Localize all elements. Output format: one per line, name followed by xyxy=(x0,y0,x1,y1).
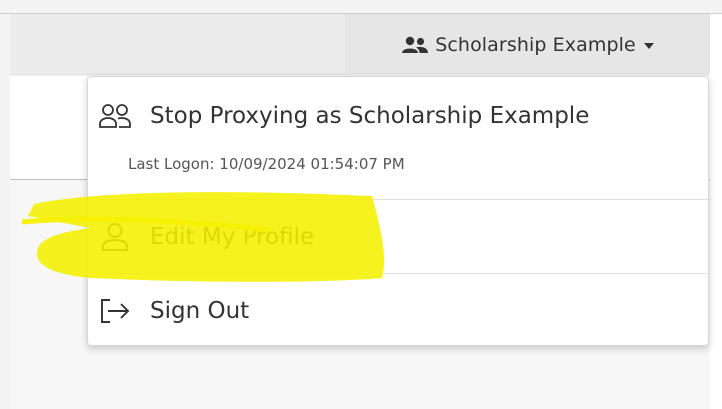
sign-out-icon xyxy=(98,296,132,326)
user-dropdown-menu: Stop Proxying as Scholarship Example Las… xyxy=(87,76,709,346)
menu-divider xyxy=(88,199,708,200)
user-menu-label: Scholarship Example xyxy=(435,33,636,56)
edit-profile-item[interactable]: Edit My Profile xyxy=(88,213,708,261)
sign-out-label: Sign Out xyxy=(150,298,250,324)
stop-proxying-item[interactable]: Stop Proxying as Scholarship Example xyxy=(88,91,708,141)
edit-profile-label: Edit My Profile xyxy=(150,224,315,250)
user-outline-icon xyxy=(98,222,132,252)
last-logon-text: Last Logon: 10/09/2024 01:54:07 PM xyxy=(128,155,405,173)
sign-out-item[interactable]: Sign Out xyxy=(88,287,708,335)
user-menu-toggle[interactable]: Scholarship Example xyxy=(345,14,710,75)
stop-proxying-label: Stop Proxying as Scholarship Example xyxy=(150,103,590,129)
page: Scholarship Example Stop Proxying as Sch… xyxy=(0,0,722,409)
caret-down-icon xyxy=(643,43,654,49)
users-outline-icon xyxy=(98,101,132,131)
users-icon xyxy=(402,36,429,53)
menu-divider xyxy=(88,273,708,274)
scroll-edge xyxy=(710,14,722,409)
